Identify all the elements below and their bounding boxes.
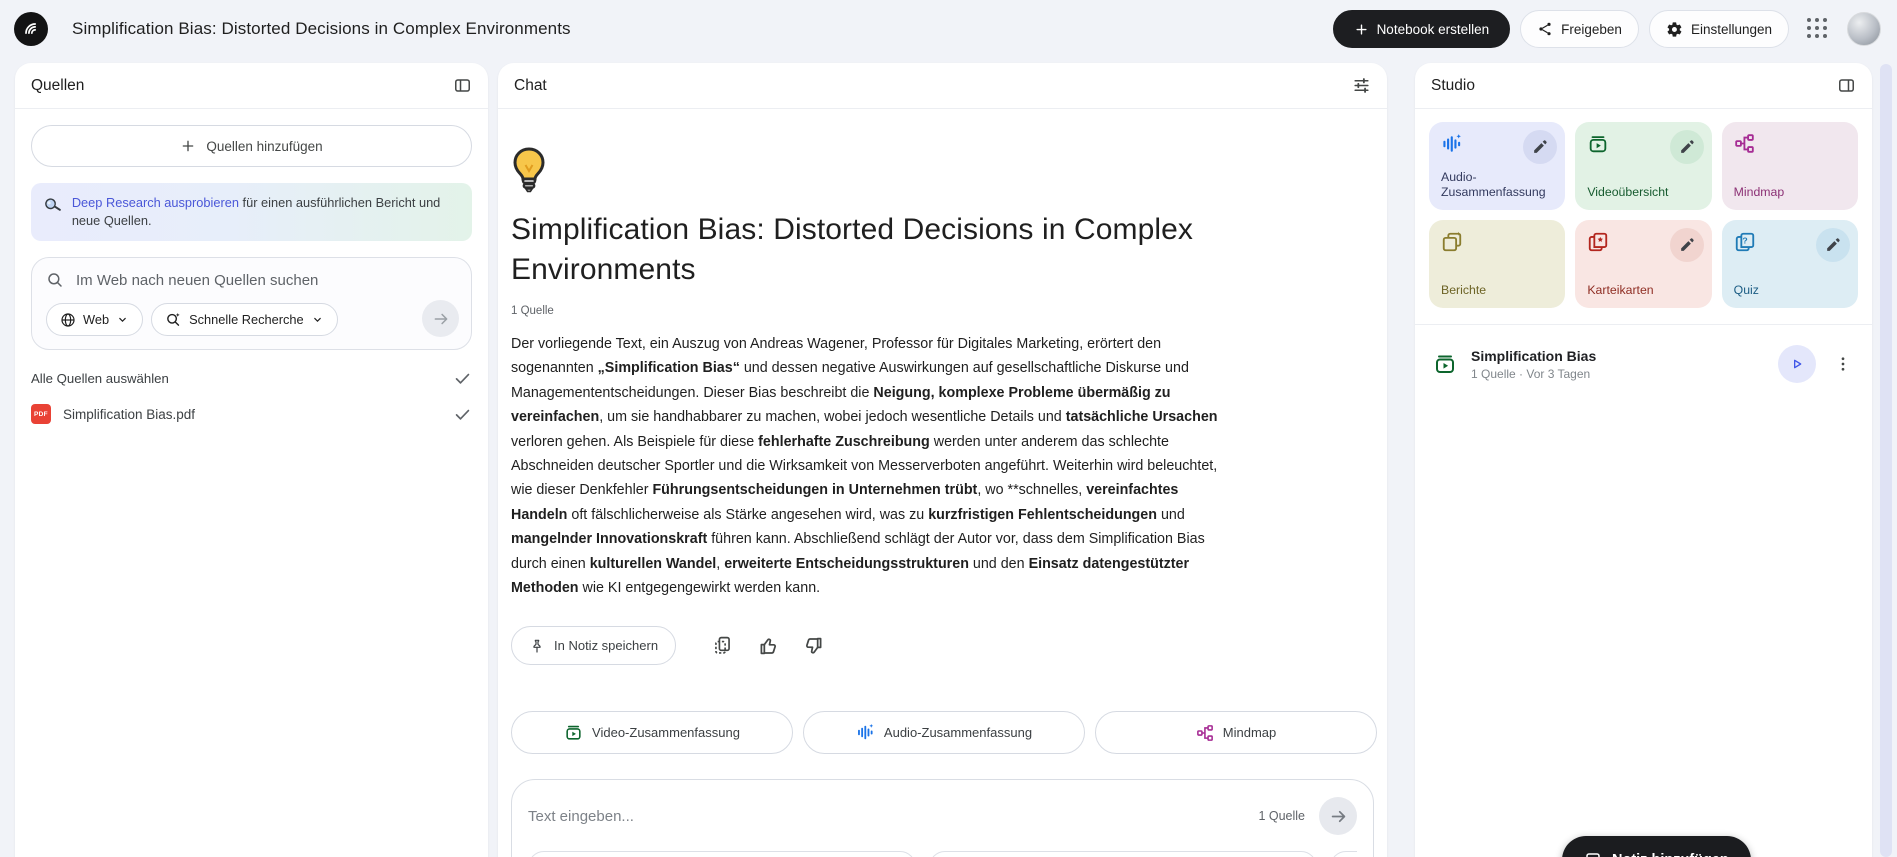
share-icon <box>1537 21 1553 37</box>
google-apps-icon[interactable] <box>1807 18 1829 40</box>
add-note-button[interactable]: Notiz hinzufügen <box>1562 836 1751 857</box>
copy-icon[interactable] <box>710 633 735 658</box>
chat-input-card: 1 Quelle Wie beeinflusst der Simplificat… <box>511 779 1374 857</box>
select-all-checkbox[interactable] <box>453 369 472 388</box>
plus-icon <box>180 138 196 154</box>
thumbs-up-icon[interactable] <box>755 633 781 659</box>
chevron-down-icon <box>311 313 324 326</box>
source-name: Simplification Bias.pdf <box>63 407 195 422</box>
edit-quiz-button[interactable] <box>1816 228 1850 262</box>
tune-icon[interactable] <box>1352 76 1371 95</box>
globe-icon <box>60 312 76 328</box>
artifact-meta: 1 Quelle · Vor 3 Tagen <box>1471 367 1596 381</box>
select-all-row: Alle Quellen auswählen <box>31 369 472 388</box>
suggested-question-partial[interactable]: W ta <box>1330 851 1357 857</box>
studio-artifact-row[interactable]: Simplification Bias 1 Quelle · Vor 3 Tag… <box>1429 325 1858 383</box>
source-checkbox[interactable] <box>453 405 472 424</box>
tool-card-video[interactable]: Videoübersicht <box>1575 122 1711 210</box>
summary-paragraph: Der vorliegende Text, ein Auszug von And… <box>511 332 1237 600</box>
pencil-icon <box>1679 139 1695 155</box>
expand-panel-icon[interactable] <box>1837 76 1856 95</box>
edit-audio-button[interactable] <box>1523 130 1557 164</box>
lightbulb-icon <box>511 147 547 193</box>
submit-search-button[interactable] <box>422 300 459 337</box>
chat-source-count: 1 Quelle <box>511 305 1387 317</box>
sources-panel-title: Quellen <box>31 77 84 95</box>
send-message-button[interactable] <box>1319 797 1357 835</box>
search-icon <box>46 271 64 289</box>
edit-flashcards-button[interactable] <box>1670 228 1704 262</box>
note-icon <box>1584 851 1602 857</box>
pencil-icon <box>1825 237 1841 253</box>
settings-button[interactable]: Einstellungen <box>1649 10 1789 48</box>
arrow-right-icon <box>432 310 450 328</box>
tool-card-mindmap[interactable]: Mindmap <box>1722 122 1858 210</box>
create-notebook-button[interactable]: Notebook erstellen <box>1333 10 1511 48</box>
audio-summary-chip[interactable]: Audio-Zusammenfassung <box>803 711 1085 754</box>
suggested-question[interactable]: Welche organisatorischen und technologis… <box>929 851 1317 857</box>
pin-icon <box>529 638 545 654</box>
deep-research-banner: Deep Research ausprobieren für einen aus… <box>31 183 472 241</box>
chat-panel: Chat Simplification Bias: Distorted Deci… <box>498 63 1387 857</box>
video-summary-chip[interactable]: Video-Zusammenfassung <box>511 711 793 754</box>
share-button[interactable]: Freigeben <box>1520 10 1639 48</box>
waveform-icon <box>856 723 875 742</box>
svg-text:?: ? <box>1742 235 1747 245</box>
source-list-item[interactable]: PDF Simplification Bias.pdf <box>31 404 472 424</box>
studio-tool-grid: Audio-Zusammenfassung Videoübersicht <box>1429 122 1858 308</box>
video-icon <box>564 723 583 742</box>
mindmap-chip[interactable]: Mindmap <box>1095 711 1377 754</box>
video-icon <box>1433 352 1457 376</box>
thumbs-down-icon[interactable] <box>801 633 827 659</box>
reports-icon <box>1441 231 1553 253</box>
pencil-icon <box>1532 139 1548 155</box>
gear-icon <box>1666 21 1683 38</box>
add-sources-button[interactable]: Quellen hinzufügen <box>31 125 472 167</box>
save-to-note-button[interactable]: In Notiz speichern <box>511 626 676 665</box>
chat-doc-title: Simplification Bias: Distorted Decisions… <box>511 210 1251 290</box>
tool-card-flashcards[interactable]: Karteikarten <box>1575 220 1711 308</box>
tool-card-reports[interactable]: Berichte <box>1429 220 1565 308</box>
arrow-right-icon <box>1329 807 1348 826</box>
quick-research-chip[interactable]: Schnelle Recherche <box>151 303 338 336</box>
web-source-chip[interactable]: Web <box>46 303 143 336</box>
studio-panel-title: Studio <box>1431 77 1475 95</box>
user-avatar[interactable] <box>1847 12 1881 46</box>
notebooklm-logo-icon[interactable] <box>14 12 48 46</box>
chat-panel-title: Chat <box>514 77 547 95</box>
web-search-card: Web Schnelle Recherche <box>31 257 472 350</box>
studio-panel: Studio Audio-Zusammenfassung <box>1415 63 1872 857</box>
more-options-icon[interactable] <box>1830 351 1856 377</box>
pencil-icon <box>1679 237 1695 253</box>
mindmap-icon <box>1734 133 1846 154</box>
page-scrollbar[interactable] <box>1880 64 1892 857</box>
chat-input[interactable] <box>528 808 1244 825</box>
plus-icon <box>1354 22 1369 37</box>
suggested-questions-row: Wie beeinflusst der Simplification Bias … <box>528 851 1357 857</box>
tool-card-audio[interactable]: Audio-Zusammenfassung <box>1429 122 1565 210</box>
sources-panel: Quellen Quellen hinzufügen Deep Research… <box>15 63 488 857</box>
suggested-question[interactable]: Wie beeinflusst der Simplification Bias … <box>528 851 916 857</box>
quick-research-icon <box>165 311 182 328</box>
pdf-icon: PDF <box>31 404 51 424</box>
edit-video-button[interactable] <box>1670 130 1704 164</box>
mindmap-icon <box>1196 724 1214 742</box>
input-source-count: 1 Quelle <box>1258 809 1305 823</box>
magnifier-emoji-icon <box>41 192 64 217</box>
collapse-panel-icon[interactable] <box>453 76 472 95</box>
play-button[interactable] <box>1778 345 1816 383</box>
notebook-title: Simplification Bias: Distorted Decisions… <box>72 19 571 39</box>
app-header: Simplification Bias: Distorted Decisions… <box>0 0 1897 58</box>
chevron-down-icon <box>116 313 129 326</box>
chat-scroll-area[interactable]: Simplification Bias: Distorted Decisions… <box>498 109 1387 857</box>
select-all-label: Alle Quellen auswählen <box>31 371 169 386</box>
web-search-input[interactable] <box>76 272 457 289</box>
tool-card-quiz[interactable]: ? Quiz <box>1722 220 1858 308</box>
deep-research-link[interactable]: Deep Research ausprobieren <box>72 195 239 210</box>
banner-text: Deep Research ausprobieren für einen aus… <box>72 194 458 230</box>
artifact-title: Simplification Bias <box>1471 348 1596 364</box>
play-icon <box>1789 356 1805 372</box>
